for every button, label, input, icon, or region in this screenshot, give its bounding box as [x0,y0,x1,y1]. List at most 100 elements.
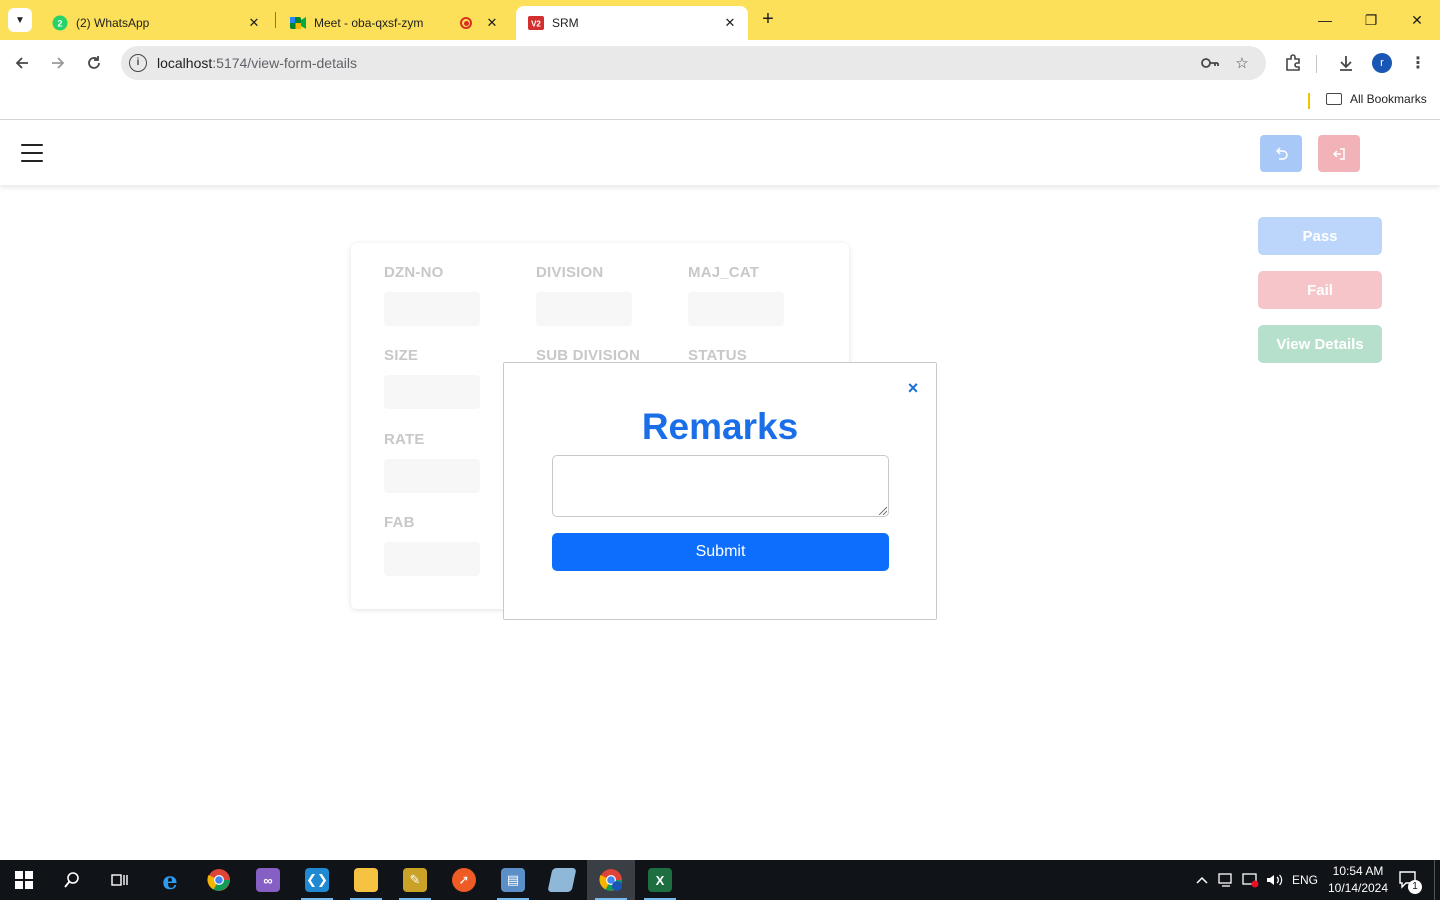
taskbar-excel[interactable]: X [636,860,684,900]
taskbar-visual-studio[interactable]: ∞ [244,860,292,900]
field-label-maj-cat: MAJ_CAT [688,264,760,281]
clock-time: 10:54 AM [1332,864,1384,878]
field-label-fab: FAB [384,514,415,531]
favicon-text: V2 [531,20,541,29]
internet-explorer-icon: e [162,865,178,895]
tab-meet[interactable]: Meet - oba-qxsf-zym ✕ [278,6,510,40]
app-header [0,121,1440,185]
browser-tab-strip: ▼ 2 (2) WhatsApp ✕ Meet - oba-qxsf-zym ✕… [0,0,1440,40]
chevron-down-icon: ▼ [15,14,25,26]
toolbar-divider [1316,55,1317,73]
field-value-maj-cat [688,292,784,326]
address-bar[interactable]: i localhost:5174/view-form-details ☆ [121,46,1266,80]
field-label-size: SIZE [384,347,419,364]
security-alert-icon[interactable] [1242,860,1260,900]
show-hidden-icons[interactable] [1196,860,1208,900]
paint-tools-icon: ✎ [403,868,427,892]
recording-icon [460,17,472,29]
all-bookmarks-button[interactable]: All Bookmarks [1326,92,1427,106]
all-bookmarks-label: All Bookmarks [1350,92,1427,106]
chevron-up-icon [1196,876,1208,884]
close-icon[interactable]: ✕ [246,15,262,31]
field-label-dzn-no: DZN-NO [384,264,444,281]
taskbar-ssms[interactable]: ▤ [489,860,537,900]
reload-icon [88,56,100,69]
menu-kebab-icon[interactable]: ⋮ [1406,51,1430,75]
logout-button[interactable] [1318,135,1360,172]
field-value-size [384,375,480,409]
arrow-left-icon [15,57,28,69]
field-value-division [536,292,632,326]
taskbar-chrome-profile[interactable] [587,860,635,900]
taskbar-notes[interactable] [538,860,586,900]
tab-badge: 2 [57,19,62,29]
task-view-icon [111,874,128,886]
remarks-textarea[interactable] [552,455,889,517]
folder-icon [354,868,378,892]
close-icon[interactable]: ✕ [722,15,738,31]
field-label-rate: RATE [384,431,425,448]
windows-taskbar: e ∞ ❮❯ ✎ ➚ ▤ X ENG 10:54 AM 10/14/2024 1 [0,860,1440,900]
clock-date: 10/14/2024 [1327,881,1389,895]
bookmark-star-icon[interactable]: ☆ [1232,53,1252,73]
whatsapp-icon: 2 [52,15,68,31]
logout-icon [1332,147,1345,160]
windows-logo-icon [15,871,33,889]
tab-srm[interactable]: V2 SRM ✕ [516,6,748,40]
resize-grip-icon[interactable] [879,507,887,515]
taskbar-vscode[interactable]: ❮❯ [293,860,341,900]
tab-whatsapp[interactable]: 2 (2) WhatsApp ✕ [40,6,272,40]
close-window-button[interactable]: ✕ [1394,0,1440,40]
profile-avatar[interactable]: r [1372,53,1392,73]
start-button[interactable] [0,860,48,900]
srm-favicon-icon: V2 [528,15,544,31]
notification-center-button[interactable]: 1 [1398,860,1422,900]
submit-button[interactable]: Submit [552,533,889,571]
close-icon[interactable]: ✕ [484,15,500,31]
system-clock[interactable]: 10:54 AM 10/14/2024 [1320,863,1396,897]
pass-button[interactable]: Pass [1258,217,1382,255]
notification-count-badge: 1 [1408,880,1422,894]
vscode-icon: ❮❯ [305,868,329,892]
forward-button[interactable] [44,49,72,77]
tab-search-button[interactable]: ▼ [8,8,32,32]
postman-icon: ➚ [452,868,476,892]
modal-close-icon[interactable]: × [904,378,922,398]
minimize-button[interactable]: — [1302,0,1348,40]
taskbar-internet-explorer[interactable]: e [146,860,194,900]
tab-title: (2) WhatsApp [76,16,150,30]
show-desktop-button[interactable] [1434,860,1440,900]
new-tab-button[interactable]: + [756,8,780,32]
taskbar-file-explorer[interactable] [342,860,390,900]
remarks-modal: × Remarks Submit [503,362,937,620]
reload-button[interactable] [80,49,108,77]
fail-button[interactable]: Fail [1258,271,1382,309]
back-button[interactable] [8,49,36,77]
search-icon [64,872,79,888]
restore-button[interactable]: ❐ [1348,0,1394,40]
undo-button[interactable] [1260,135,1302,172]
hamburger-menu-icon[interactable] [21,144,43,162]
view-details-button[interactable]: View Details [1258,325,1382,363]
chrome-profile-icon [599,869,622,891]
bookmarks-bar: All Bookmarks [0,86,1440,120]
notes-icon [547,868,577,892]
extensions-icon[interactable] [1281,51,1305,75]
network-icon[interactable] [1218,860,1236,900]
taskbar-paint-tool[interactable]: ✎ [391,860,439,900]
language-indicator[interactable]: ENG [1292,860,1318,900]
taskbar-chrome[interactable] [195,860,243,900]
downloads-icon[interactable] [1334,51,1358,75]
google-meet-icon [290,15,306,31]
modal-title: Remarks [641,406,799,447]
volume-icon[interactable] [1266,860,1284,900]
task-view-button[interactable] [96,860,144,900]
url-text[interactable]: localhost:5174/view-form-details [157,55,357,71]
field-value-dzn-no [384,292,480,326]
taskbar-postman[interactable]: ➚ [440,860,488,900]
tab-title: Meet - oba-qxsf-zym [314,16,424,30]
folder-icon [1326,93,1342,105]
search-button[interactable] [48,860,96,900]
password-key-icon[interactable] [1200,53,1220,73]
site-info-icon[interactable]: i [129,54,147,72]
